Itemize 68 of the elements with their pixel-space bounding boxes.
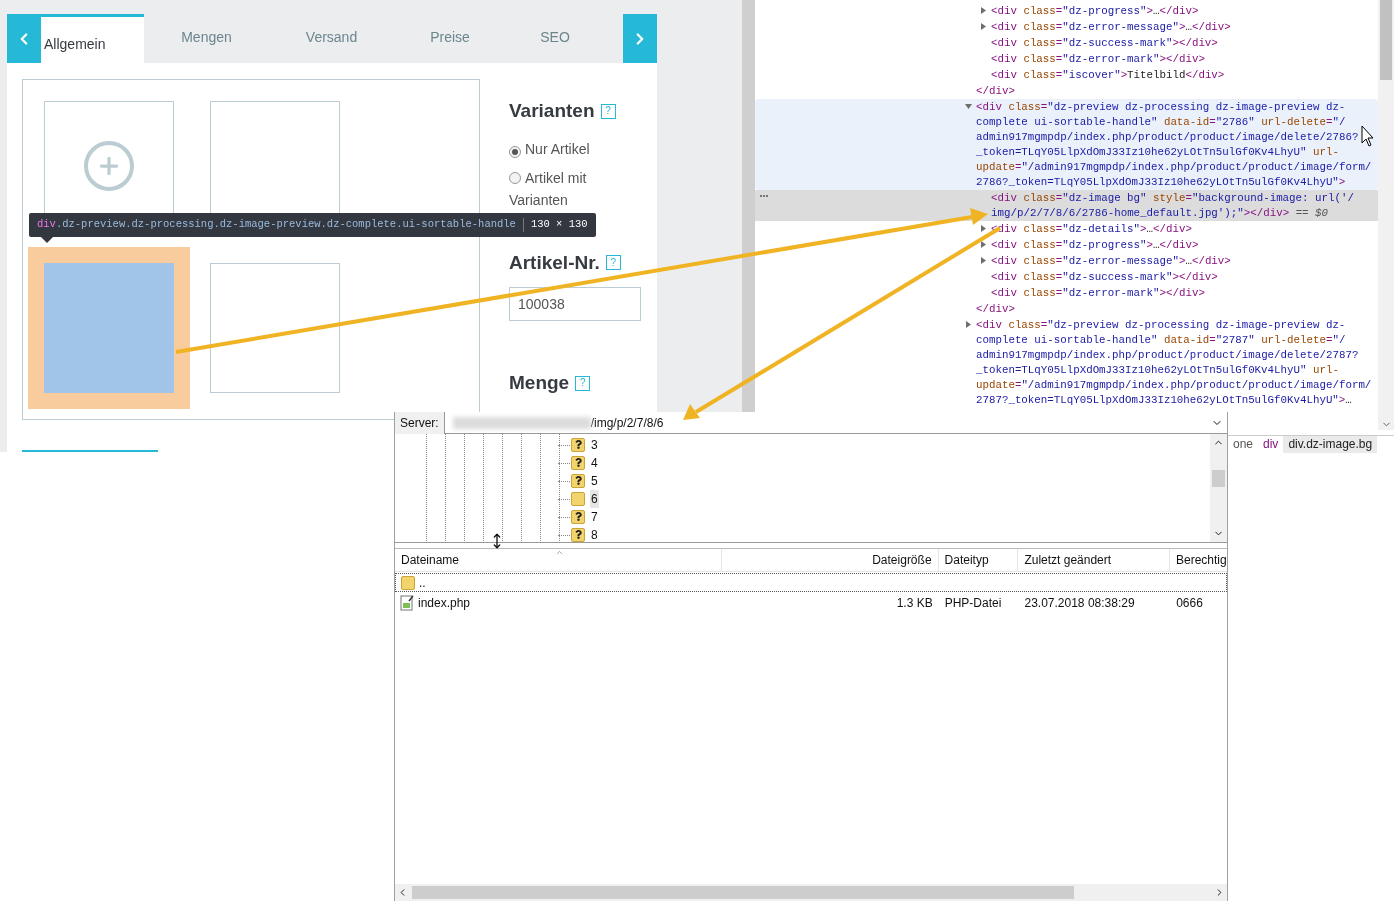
unknown-folder-icon [571, 474, 585, 488]
collapsed-triangle-icon[interactable] [980, 225, 987, 233]
collapsed-triangle-icon[interactable] [980, 7, 987, 15]
section-heading: Artikel-Nr. ? [509, 248, 649, 277]
breadcrumb-item[interactable]: div.dz-image.bg [1283, 435, 1378, 453]
image-tile[interactable] [210, 263, 340, 393]
breadcrumb-item[interactable]: one [1228, 435, 1259, 453]
file-permissions: 0666 [1175, 594, 1204, 612]
folder-icon [571, 492, 585, 506]
dom-node-line[interactable]: <div class="dz-progress">…</div> [755, 237, 1378, 253]
closing-tag-line: </div> [975, 83, 1016, 99]
scrollbar-thumb[interactable] [1212, 469, 1225, 487]
collapsed-triangle-icon[interactable] [980, 257, 987, 265]
tree-item[interactable]: 7 [590, 508, 599, 526]
scrollbar[interactable] [1210, 434, 1227, 542]
tree-item[interactable]: 8 [590, 526, 599, 544]
unknown-folder-icon [571, 456, 585, 470]
tab[interactable]: Allgemein [41, 14, 144, 63]
column-header[interactable]: Dateityp [938, 548, 1019, 572]
tooltip-size: 130 × 130 [530, 217, 588, 233]
radio-button[interactable] [509, 145, 521, 158]
section-heading: Varianten ? [509, 97, 649, 126]
tree-item[interactable]: 5 [590, 472, 599, 490]
breadcrumb-item[interactable]: div [1258, 435, 1284, 453]
dom-node-line[interactable]: <div class="dz-preview dz-processing dz-image-preview dz-complete ui-sortable-handle" data-id="2787" url-delete="/admin917mgmpdp/index.php/product/product/image/delete/2787?_token=TLqY05LlpXdOmJ33Iz10he62yLOtTn5ulGf0Kv4LhyU" url-update="/admin917mgmpdp/index.php/product/product/image/form/2787?_token=TLqY05LlpXdOmJ33Iz10he62yLOtTn5ulGf0Kv4LhyU">… [755, 317, 1378, 408]
article-number-field[interactable]: 100038 [509, 287, 641, 321]
tree-item[interactable]: 4 [590, 454, 599, 472]
sort-indicator-icon [555, 548, 564, 557]
scrollbar[interactable] [1378, 0, 1394, 430]
dom-node-line[interactable]: <div class="iscover">Titelbild</div> [755, 67, 1378, 83]
file-name[interactable]: index.php [418, 593, 471, 612]
dom-node-line[interactable]: <div class="dz-error-mark"></div> [755, 51, 1378, 67]
tree-item[interactable]: 6 [590, 490, 599, 508]
folder-icon [401, 575, 415, 590]
section-heading: Menge ? [509, 369, 649, 398]
collapsed-triangle-icon[interactable] [980, 23, 987, 31]
tooltip-selector: div.dz-preview.dz-processing.dz-image-preview.dz-complete.ui-sortable-handle [37, 217, 516, 233]
unknown-folder-icon [571, 510, 585, 524]
expanded-triangle-icon[interactable] [965, 103, 972, 111]
dom-node-line[interactable]: <div class="dz-error-mark"></div> [755, 285, 1378, 301]
dom-node-line[interactable]: <div class="dz-success-mark"></div> [755, 35, 1378, 51]
mouse-pointer-icon [1361, 125, 1374, 147]
dom-node-line[interactable]: <div class="dz-error-message">…</div> [755, 253, 1378, 269]
file-type: PHP-Datei [943, 594, 1003, 612]
column-header[interactable]: Dateiname [395, 548, 723, 572]
scrollbar-thumb[interactable] [1380, 0, 1392, 80]
radio-button[interactable] [509, 171, 521, 184]
dom-node-line[interactable]: <div class="dz-error-message">…</div> [755, 19, 1378, 35]
unknown-folder-icon [571, 528, 585, 542]
radio-option[interactable]: Artikel mit Varianten [509, 166, 629, 211]
column-header[interactable]: Berechtig [1170, 548, 1227, 572]
file-size: 1.3 KB [895, 594, 934, 612]
php-file-icon [400, 594, 414, 611]
tree-item[interactable]: 3 [590, 436, 599, 454]
dom-node-line[interactable]: <div class="dz-progress">…</div> [755, 3, 1378, 19]
path-text: /img/p/2/7/8/6 [590, 414, 664, 432]
radio-option[interactable]: Nur Artikel [509, 137, 629, 160]
unknown-folder-icon [571, 438, 585, 452]
column-header[interactable]: Zuletzt geändert [1018, 548, 1170, 572]
closing-tag-line: </div> [975, 301, 1016, 317]
file-name[interactable]: .. [419, 573, 426, 592]
file-modified: 23.07.2018 08:38:29 [1023, 594, 1136, 612]
server-label[interactable]: Server: [395, 411, 445, 434]
dom-node-line[interactable]: <div class="dz-success-mark"></div> [755, 269, 1378, 285]
horizontal-scrollbar[interactable] [395, 884, 1227, 901]
collapsed-triangle-icon[interactable] [980, 241, 987, 249]
collapsed-triangle-icon[interactable] [965, 321, 972, 329]
column-header[interactable]: Dateigröße [722, 548, 939, 572]
